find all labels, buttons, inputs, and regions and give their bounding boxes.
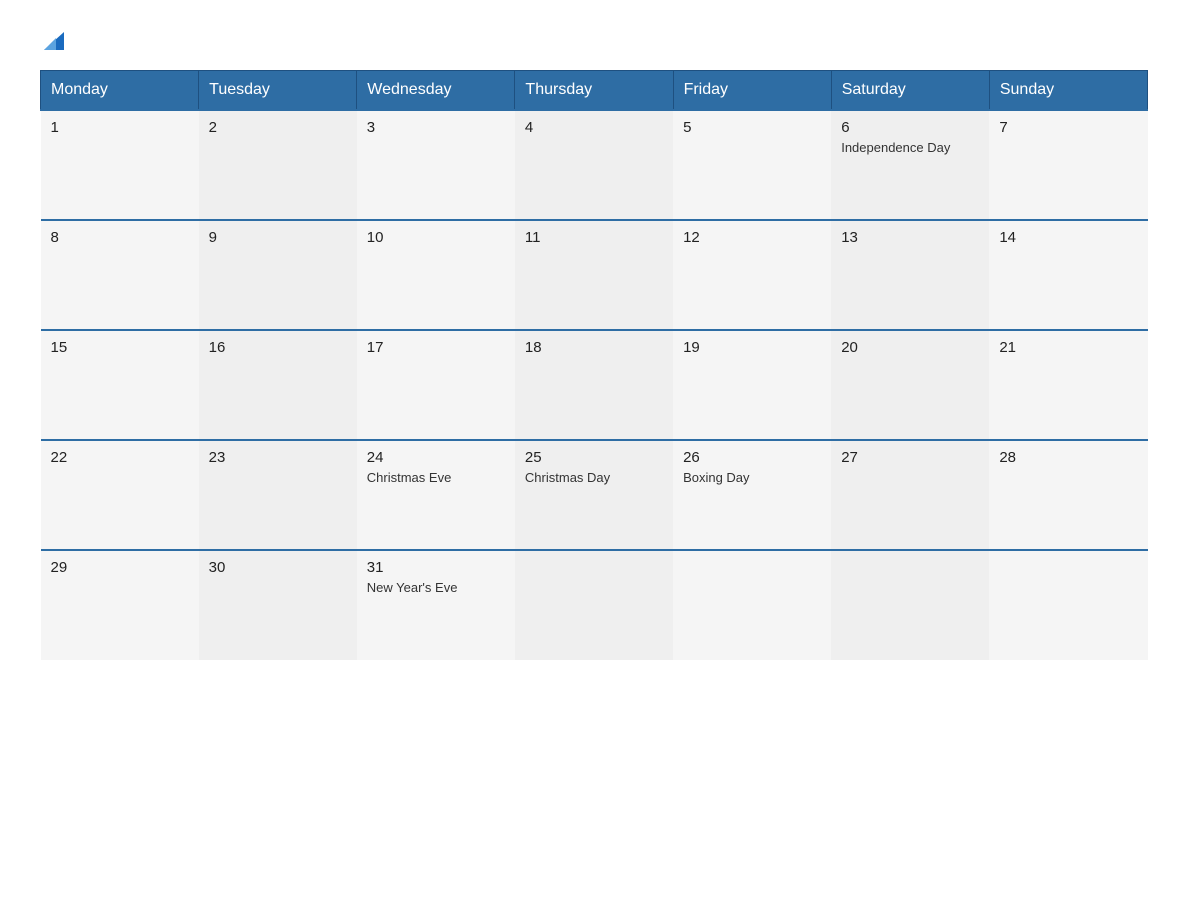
day-number: 4 [525, 119, 663, 136]
day-number: 10 [367, 229, 505, 246]
calendar-header-thursday: Thursday [515, 71, 673, 111]
calendar-cell: 27 [831, 440, 989, 550]
calendar-cell: 16 [199, 330, 357, 440]
calendar-header-saturday: Saturday [831, 71, 989, 111]
day-number: 6 [841, 119, 979, 136]
day-number: 5 [683, 119, 821, 136]
calendar-cell: 1 [41, 110, 199, 220]
calendar-cell: 3 [357, 110, 515, 220]
calendar-cell: 15 [41, 330, 199, 440]
calendar-cell: 23 [199, 440, 357, 550]
calendar-cell: 5 [673, 110, 831, 220]
calendar-cell: 26 Boxing Day [673, 440, 831, 550]
calendar-cell: 21 [989, 330, 1147, 440]
calendar-cell [989, 550, 1147, 660]
calendar-cell: 4 [515, 110, 673, 220]
day-number: 1 [51, 119, 189, 136]
day-number: 16 [209, 339, 347, 356]
holiday-name: Boxing Day [683, 470, 821, 485]
calendar-cell: 19 [673, 330, 831, 440]
calendar-cell: 10 [357, 220, 515, 330]
calendar-cell: 12 [673, 220, 831, 330]
calendar-cell: 9 [199, 220, 357, 330]
calendar-header-friday: Friday [673, 71, 831, 111]
calendar-cell: 28 [989, 440, 1147, 550]
calendar-cell: 17 [357, 330, 515, 440]
calendar-week-1: 1 2 3 4 5 6 Independence Day 7 [41, 110, 1148, 220]
day-number: 19 [683, 339, 821, 356]
calendar-week-3: 15 16 17 18 19 20 21 [41, 330, 1148, 440]
day-number: 7 [999, 119, 1137, 136]
day-number: 14 [999, 229, 1137, 246]
day-number: 18 [525, 339, 663, 356]
calendar-cell [673, 550, 831, 660]
calendar-cell: 11 [515, 220, 673, 330]
calendar-cell: 20 [831, 330, 989, 440]
calendar-cell: 6 Independence Day [831, 110, 989, 220]
day-number: 15 [51, 339, 189, 356]
day-number: 8 [51, 229, 189, 246]
day-number: 3 [367, 119, 505, 136]
calendar-week-2: 8 9 10 11 12 13 14 [41, 220, 1148, 330]
holiday-name: Christmas Eve [367, 470, 505, 485]
day-number: 11 [525, 229, 663, 246]
calendar-cell: 8 [41, 220, 199, 330]
day-number: 9 [209, 229, 347, 246]
calendar-header-wednesday: Wednesday [357, 71, 515, 111]
calendar-header-monday: Monday [41, 71, 199, 111]
calendar-cell [831, 550, 989, 660]
day-number: 27 [841, 449, 979, 466]
calendar-week-5: 29 30 31 New Year's Eve [41, 550, 1148, 660]
logo [40, 30, 64, 50]
calendar-cell: 13 [831, 220, 989, 330]
day-number: 20 [841, 339, 979, 356]
holiday-name: New Year's Eve [367, 580, 505, 595]
logo-icon [42, 30, 64, 52]
day-number: 22 [51, 449, 189, 466]
day-number: 26 [683, 449, 821, 466]
day-number: 12 [683, 229, 821, 246]
calendar-cell: 2 [199, 110, 357, 220]
calendar-cell: 18 [515, 330, 673, 440]
calendar-cell: 24 Christmas Eve [357, 440, 515, 550]
page-header [40, 30, 1148, 50]
day-number: 21 [999, 339, 1137, 356]
day-number: 2 [209, 119, 347, 136]
calendar-cell: 7 [989, 110, 1147, 220]
calendar-header-row: MondayTuesdayWednesdayThursdayFridaySatu… [41, 71, 1148, 111]
holiday-name: Independence Day [841, 140, 979, 155]
calendar-header-sunday: Sunday [989, 71, 1147, 111]
calendar-cell [515, 550, 673, 660]
calendar-cell: 29 [41, 550, 199, 660]
calendar-cell: 30 [199, 550, 357, 660]
day-number: 25 [525, 449, 663, 466]
calendar-cell: 31 New Year's Eve [357, 550, 515, 660]
calendar-table: MondayTuesdayWednesdayThursdayFridaySatu… [40, 70, 1148, 660]
calendar-cell: 22 [41, 440, 199, 550]
calendar-cell: 14 [989, 220, 1147, 330]
day-number: 28 [999, 449, 1137, 466]
calendar-header-tuesday: Tuesday [199, 71, 357, 111]
holiday-name: Christmas Day [525, 470, 663, 485]
day-number: 24 [367, 449, 505, 466]
day-number: 29 [51, 559, 189, 576]
calendar-week-4: 22 23 24 Christmas Eve 25 Christmas Day 26 Boxi… [41, 440, 1148, 550]
day-number: 23 [209, 449, 347, 466]
day-number: 13 [841, 229, 979, 246]
day-number: 30 [209, 559, 347, 576]
calendar-cell: 25 Christmas Day [515, 440, 673, 550]
day-number: 31 [367, 559, 505, 576]
day-number: 17 [367, 339, 505, 356]
